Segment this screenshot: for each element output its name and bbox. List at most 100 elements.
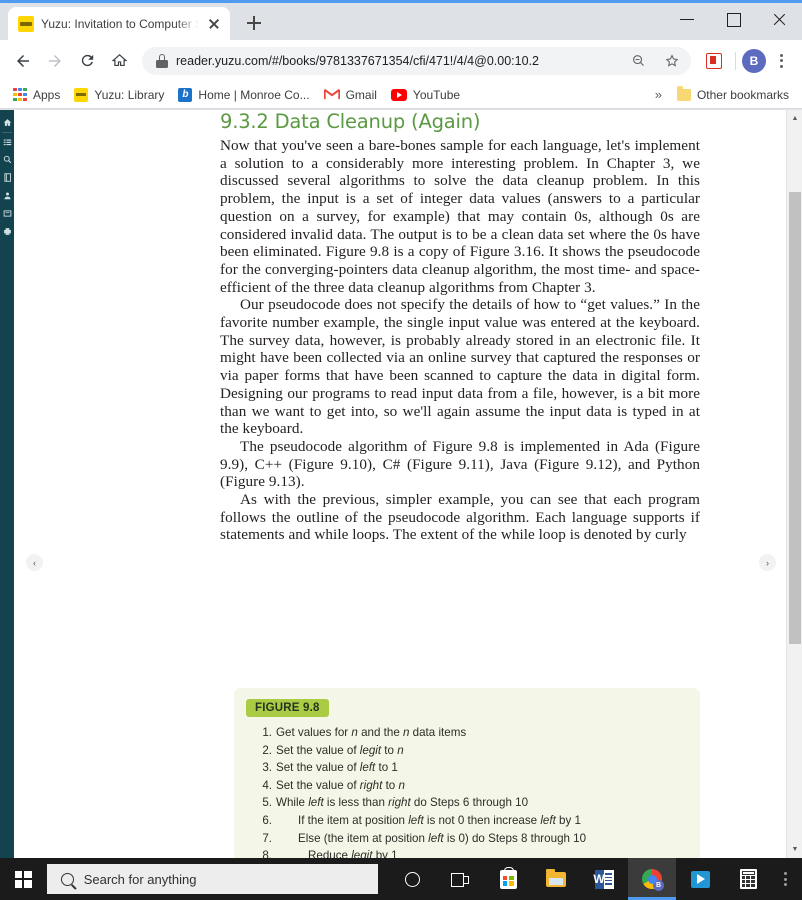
pseudocode-step: 4. Set the value of right to n <box>248 777 700 795</box>
pseudocode-step: 5. While left is less than right do Steps… <box>248 794 700 812</box>
home-button[interactable] <box>104 46 134 76</box>
next-page-button[interactable]: › <box>759 554 776 571</box>
screen: Yuzu: Invitation to Computer Scie <box>0 0 802 900</box>
reload-button[interactable] <box>72 46 102 76</box>
file-explorer-icon[interactable] <box>532 858 580 900</box>
word-icon[interactable]: W <box>580 858 628 900</box>
bookmarks-overflow-button[interactable]: » <box>647 85 670 104</box>
scroll-up-icon[interactable]: ▲ <box>787 110 802 127</box>
pseudocode-step: 8. Reduce legit by 1 <box>248 847 700 858</box>
movies-tv-icon[interactable] <box>676 858 724 900</box>
page-title: 9.3.2 Data Cleanup (Again) <box>220 110 481 133</box>
page-scrollbar[interactable]: ▲ ▼ <box>786 110 802 858</box>
gmail-icon <box>323 88 340 101</box>
extension-icon[interactable] <box>699 46 729 76</box>
folder-icon <box>676 86 691 101</box>
close-icon[interactable] <box>206 16 222 32</box>
step-text: Reduce legit by 1 <box>308 849 398 858</box>
sidebar-divider <box>2 132 12 133</box>
window-controls <box>664 3 802 40</box>
step-number: 8. <box>262 849 272 858</box>
apps-grid-icon <box>13 87 27 102</box>
bookmark-youtube[interactable]: YouTube <box>384 85 467 105</box>
step-text: Else (the item at position left is 0) do… <box>298 831 587 845</box>
minimize-button[interactable] <box>664 3 710 35</box>
step-text: While left is less than right do Steps 6… <box>276 796 529 810</box>
scrollbar-thumb[interactable] <box>789 192 801 644</box>
tray-overflow-icon[interactable] <box>772 866 798 892</box>
sidebar-item-notebook[interactable] <box>0 171 14 184</box>
system-tray <box>772 866 802 892</box>
step-text: Set the value of left to 1 <box>276 761 398 775</box>
pseudocode-step: 2. Set the value of legit to n <box>248 742 700 760</box>
yuzu-favicon-icon <box>18 15 34 32</box>
store-icon[interactable] <box>484 858 532 900</box>
bookmarks-bar: Apps Yuzu: Library b Home | Monroe Co...… <box>0 81 802 109</box>
step-text: Get values for n and the n data items <box>276 726 467 739</box>
bookmark-yuzu-library[interactable]: Yuzu: Library <box>67 85 171 105</box>
sidebar-item-flashcards[interactable] <box>0 207 14 220</box>
maximize-button[interactable] <box>710 3 756 35</box>
other-bookmarks-button[interactable]: Other bookmarks <box>670 85 796 105</box>
profile-badge: B <box>653 880 664 891</box>
step-number: 4. <box>262 778 272 792</box>
sidebar-item-print[interactable] <box>0 225 14 238</box>
search-icon <box>60 872 74 886</box>
step-text: Set the value of right to n <box>276 778 405 792</box>
step-number: 3. <box>262 761 272 775</box>
pseudocode-step: 7. Else (the item at position left is 0) … <box>248 830 700 848</box>
new-tab-button[interactable] <box>240 9 268 37</box>
sidebar-item-contents[interactable] <box>0 136 14 149</box>
bookmark-label: YouTube <box>412 87 461 102</box>
cortana-icon[interactable] <box>388 858 436 900</box>
step-number: 1. <box>262 726 272 739</box>
address-bar[interactable]: reader.yuzu.com/#/books/9781337671354/cf… <box>142 46 691 75</box>
url-text: reader.yuzu.com/#/books/9781337671354/cf… <box>176 53 539 68</box>
start-button[interactable] <box>0 858 47 900</box>
windows-taskbar: Search for anything W B <box>0 858 802 900</box>
bookmark-label: Gmail <box>345 87 377 102</box>
previous-page-button[interactable]: ‹ <box>26 554 43 571</box>
bookmark-gmail[interactable]: Gmail <box>317 85 384 105</box>
reader-page: 9.3.2 Data Cleanup (Again) Now that you'… <box>14 110 786 858</box>
bookmark-label: Apps <box>33 87 61 102</box>
toolbar-divider <box>735 51 736 70</box>
sidebar-item-search[interactable] <box>0 153 14 166</box>
bookmark-monroe[interactable]: b Home | Monroe Co... <box>171 85 316 105</box>
reader-sidebar <box>0 110 14 858</box>
tab-strip: Yuzu: Invitation to Computer Scie <box>0 3 802 40</box>
calculator-icon[interactable] <box>724 858 772 900</box>
task-view-icon[interactable] <box>436 858 484 900</box>
forward-button[interactable] <box>40 46 70 76</box>
back-button[interactable] <box>8 46 38 76</box>
step-number: 5. <box>262 796 272 810</box>
other-bookmarks-label: Other bookmarks <box>696 87 789 102</box>
browser-toolbar: reader.yuzu.com/#/books/9781337671354/cf… <box>0 40 802 81</box>
pseudocode-step: 1. Get values for n and the n data items <box>248 724 700 742</box>
chrome-menu-button[interactable] <box>768 48 794 74</box>
lock-icon <box>156 54 168 68</box>
bookmark-apps[interactable]: Apps <box>6 85 67 105</box>
taskbar-search-input[interactable]: Search for anything <box>46 864 378 894</box>
step-text: If the item at position left is not 0 th… <box>298 813 581 827</box>
figure-tag: FIGURE 9.8 <box>246 699 329 717</box>
bookmark-star-icon[interactable] <box>659 48 685 74</box>
step-number: 7. <box>262 831 272 845</box>
pseudocode-step: 3. Set the value of left to 1 <box>248 759 700 777</box>
bookmark-label: Home | Monroe Co... <box>198 87 310 102</box>
page-viewport: Notebook 9.3.2 Data Cleanup (Again) Now … <box>0 110 802 858</box>
paragraph: As with the previous, simpler example, y… <box>220 491 700 544</box>
window-close-button[interactable] <box>756 3 802 35</box>
browser-tab[interactable]: Yuzu: Invitation to Computer Scie <box>8 7 230 40</box>
scroll-down-icon[interactable]: ▼ <box>787 841 802 858</box>
sidebar-item-profile[interactable] <box>0 189 14 202</box>
tab-title: Yuzu: Invitation to Computer Scie <box>41 16 199 31</box>
profile-avatar[interactable]: B <box>742 48 766 73</box>
yuzu-favicon-icon <box>74 87 89 102</box>
monroe-favicon-icon: b <box>178 87 193 102</box>
sidebar-item-home[interactable] <box>0 116 14 129</box>
chrome-icon[interactable]: B <box>628 858 676 900</box>
step-text: Set the value of legit to n <box>276 743 404 757</box>
youtube-icon <box>390 88 407 101</box>
zoom-out-icon[interactable] <box>625 48 651 74</box>
